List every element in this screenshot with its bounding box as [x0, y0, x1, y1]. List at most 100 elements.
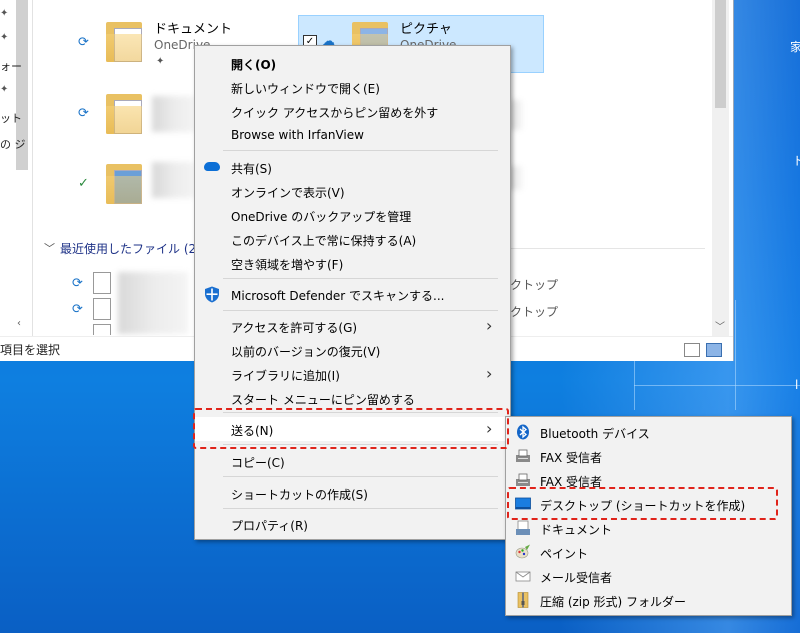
blurred-content: [118, 272, 188, 334]
folder-icon[interactable]: [106, 20, 142, 62]
send-to-bluetooth[interactable]: Bluetooth デバイス: [506, 420, 791, 444]
menu-separator: [223, 444, 498, 445]
wallpaper-line: [735, 300, 736, 410]
submenu-item-label: ペイント: [540, 547, 589, 561]
menu-item-label: プロパティ(R): [231, 519, 308, 533]
menu-item-label: 共有(S): [231, 162, 272, 176]
menu-item-send-to[interactable]: 送る(N) ›: [195, 417, 510, 441]
sync-icon: ⟳: [72, 302, 83, 317]
menu-item-label: スタート メニューにピン留めする: [231, 393, 415, 407]
menu-item-properties[interactable]: プロパティ(R): [195, 513, 510, 536]
folder-icon[interactable]: [106, 92, 142, 134]
pin-icon: ✦: [0, 84, 9, 95]
submenu-item-label: FAX 受信者: [540, 451, 603, 465]
desktop-icon-label[interactable]: l: [795, 378, 798, 392]
send-to-fax[interactable]: FAX 受信者: [506, 444, 791, 468]
menu-item-view-online[interactable]: オンラインで表示(V): [195, 180, 510, 203]
tile-name-documents[interactable]: ドキュメント: [154, 18, 232, 37]
menu-item-defender-scan[interactable]: Microsoft Defender でスキャンする...: [195, 283, 510, 306]
chevron-right-icon: ›: [486, 419, 493, 438]
submenu-item-label: Bluetooth デバイス: [540, 427, 650, 441]
menu-item-pin-start[interactable]: スタート メニューにピン留めする: [195, 387, 510, 410]
tile-name-pictures[interactable]: ピクチャ: [400, 18, 452, 37]
blurred-content: [152, 96, 196, 132]
menu-separator: [223, 476, 498, 477]
menu-item-label: ショートカットの作成(S): [231, 488, 368, 502]
recent-files-header[interactable]: 最近使用したファイル (20): [60, 240, 208, 257]
menu-item-label: OneDrive のバックアップを管理: [231, 210, 412, 224]
scrollbar-thumb[interactable]: [715, 0, 726, 108]
context-menu: 開く(O) 新しいウィンドウで開く(E) クイック アクセスからピン留めを外す …: [194, 45, 511, 540]
sync-icon: ⟳: [78, 106, 89, 121]
send-to-zip[interactable]: 圧縮 (zip 形式) フォルダー: [506, 588, 791, 612]
recent-location: クトップ: [510, 305, 559, 319]
details-view-icon[interactable]: [684, 343, 700, 357]
document-icon[interactable]: [93, 324, 111, 335]
nav-item[interactable]: の ジ: [0, 136, 26, 152]
menu-item-manage-backup[interactable]: OneDrive のバックアップを管理: [195, 204, 510, 227]
fax-icon: [516, 449, 530, 462]
sync-icon: ⟳: [72, 276, 83, 291]
send-to-fax[interactable]: FAX 受信者: [506, 468, 791, 492]
pin-icon: ✦: [156, 56, 165, 67]
paint-icon: [515, 544, 530, 559]
menu-item-label: 新しいウィンドウで開く(E): [231, 82, 380, 96]
menu-item-restore-versions[interactable]: 以前のバージョンの復元(V): [195, 339, 510, 362]
large-icons-view-icon[interactable]: [706, 343, 722, 357]
menu-item-label: コピー(C): [231, 456, 285, 470]
pin-icon: ✦: [0, 8, 9, 19]
menu-item-share[interactable]: 共有(S): [195, 156, 510, 179]
send-to-mail[interactable]: メール受信者: [506, 564, 791, 588]
chevron-right-icon: ›: [486, 316, 493, 335]
blurred-content: [152, 162, 196, 198]
menu-separator: [223, 310, 498, 311]
submenu-item-label: 圧縮 (zip 形式) フォルダー: [540, 595, 687, 609]
zip-folder-icon: [517, 592, 529, 608]
menu-item-include-library[interactable]: ライブラリに追加(I) ›: [195, 363, 510, 386]
menu-item-label: Microsoft Defender でスキャンする...: [231, 289, 445, 303]
sync-icon: ⟳: [78, 35, 89, 50]
menu-item-label: 開く(O): [231, 58, 277, 72]
send-to-submenu: Bluetooth デバイス FAX 受信者 FAX 受信者 デスクトップ (シ…: [505, 416, 792, 616]
menu-item-free-space[interactable]: 空き領域を増やす(F): [195, 252, 510, 275]
scroll-left-icon[interactable]: ‹: [17, 318, 21, 329]
submenu-item-label: ドキュメント: [540, 523, 613, 537]
status-text: 項目を選択: [0, 343, 61, 357]
bluetooth-icon: [517, 424, 529, 440]
chevron-down-icon[interactable]: ﹀: [44, 240, 55, 256]
menu-item-create-shortcut[interactable]: ショートカットの作成(S): [195, 482, 510, 505]
submenu-item-label: デスクトップ (ショートカットを作成): [540, 499, 746, 513]
vertical-scrollbar[interactable]: ﹀: [712, 0, 729, 336]
menu-item-copy[interactable]: コピー(C): [195, 450, 510, 473]
folder-icon[interactable]: [106, 162, 142, 204]
scroll-down-icon[interactable]: ﹀: [715, 318, 725, 333]
onedrive-cloud-icon: [204, 162, 220, 171]
menu-item-give-access[interactable]: アクセスを許可する(G) ›: [195, 315, 510, 338]
menu-separator: [223, 412, 498, 413]
desktop-icon: [515, 497, 531, 510]
sync-ok-icon: ✓: [78, 176, 89, 191]
pin-icon: ✦: [0, 32, 9, 43]
nav-item[interactable]: ット: [0, 110, 22, 126]
menu-item-label: アクセスを許可する(G): [231, 321, 358, 335]
document-icon[interactable]: [93, 298, 111, 320]
menu-item-label: 以前のバージョンの復元(V): [231, 345, 381, 359]
menu-item-open[interactable]: 開く(O): [195, 52, 510, 75]
menu-item-label: Browse with IrfanView: [231, 128, 364, 142]
menu-item-label: オンラインで表示(V): [231, 186, 345, 200]
menu-item-browse-irfanview[interactable]: Browse with IrfanView: [195, 124, 510, 147]
send-to-desktop-shortcut[interactable]: デスクトップ (ショートカットを作成): [506, 492, 791, 516]
desktop-icon-label[interactable]: 家: [790, 38, 800, 55]
menu-separator: [223, 278, 498, 279]
document-icon[interactable]: [93, 272, 111, 294]
send-to-documents[interactable]: ドキュメント: [506, 516, 791, 540]
send-to-paint[interactable]: ペイント: [506, 540, 791, 564]
desktop-icon-label[interactable]: ド: [793, 152, 800, 169]
menu-item-label: ライブラリに追加(I): [231, 369, 340, 383]
menu-item-unpin-quick-access[interactable]: クイック アクセスからピン留めを外す: [195, 100, 510, 123]
menu-item-open-new-window[interactable]: 新しいウィンドウで開く(E): [195, 76, 510, 99]
menu-item-always-keep[interactable]: このデバイス上で常に保持する(A): [195, 228, 510, 251]
submenu-item-label: メール受信者: [540, 571, 613, 585]
menu-item-label: 空き領域を増やす(F): [231, 258, 344, 272]
nav-item[interactable]: ォー: [0, 58, 22, 74]
